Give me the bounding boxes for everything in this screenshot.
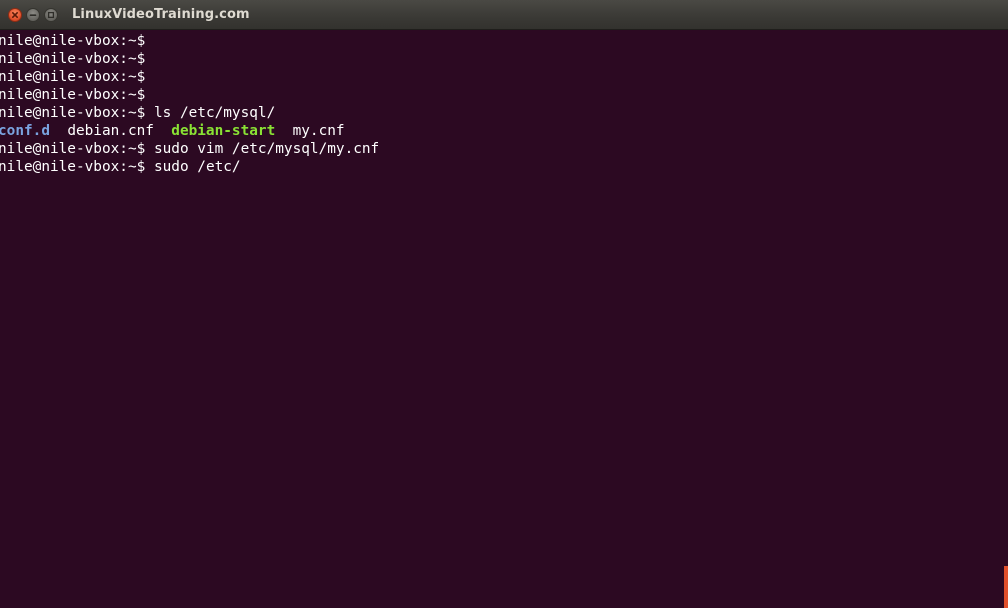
maximize-icon <box>47 11 55 19</box>
command-text: ls /etc/mysql/ <box>145 105 276 121</box>
executable-entry: debian-start <box>171 123 276 139</box>
terminal-output[interactable]: nile@nile-vbox:~$ nile@nile-vbox:~$ nile… <box>0 30 1008 608</box>
scrollbar-marker[interactable] <box>1004 566 1008 608</box>
shell-prompt: nile@nile-vbox:~$ <box>0 69 146 85</box>
shell-prompt: nile@nile-vbox:~$ <box>0 159 146 175</box>
file-entry: my.cnf <box>292 123 345 139</box>
terminal-line: nile@nile-vbox:~$ <box>0 86 1008 104</box>
terminal-line-current[interactable]: nile@nile-vbox:~$ sudo /etc/ <box>0 158 1008 176</box>
file-entry: debian.cnf <box>67 123 154 139</box>
directory-entry: conf.d <box>0 123 50 139</box>
terminal-line: nile@nile-vbox:~$ <box>0 32 1008 50</box>
command-input[interactable]: sudo /etc/ <box>145 159 241 175</box>
shell-prompt: nile@nile-vbox:~$ <box>0 105 146 121</box>
terminal-line: nile@nile-vbox:~$ <box>0 68 1008 86</box>
shell-prompt: nile@nile-vbox:~$ <box>0 87 146 103</box>
shell-prompt: nile@nile-vbox:~$ <box>0 33 146 49</box>
shell-prompt: nile@nile-vbox:~$ <box>0 141 146 157</box>
ls-output-line: conf.d debian.cnf debian-start my.cnf <box>0 122 1008 140</box>
command-text: sudo vim /etc/mysql/my.cnf <box>145 141 380 157</box>
title-bar[interactable]: LinuxVideoTraining.com <box>0 0 1008 30</box>
shell-prompt: nile@nile-vbox:~$ <box>0 51 146 67</box>
minimize-button[interactable] <box>26 8 40 22</box>
close-button[interactable] <box>8 8 22 22</box>
maximize-button[interactable] <box>44 8 58 22</box>
minimize-icon <box>29 14 37 16</box>
terminal-line: nile@nile-vbox:~$ <box>0 50 1008 68</box>
window-title: LinuxVideoTraining.com <box>72 7 250 22</box>
terminal-line: nile@nile-vbox:~$ sudo vim /etc/mysql/my… <box>0 140 1008 158</box>
terminal-line: nile@nile-vbox:~$ ls /etc/mysql/ <box>0 104 1008 122</box>
terminal-window: LinuxVideoTraining.com nile@nile-vbox:~$… <box>0 0 1008 608</box>
close-icon <box>12 12 18 18</box>
